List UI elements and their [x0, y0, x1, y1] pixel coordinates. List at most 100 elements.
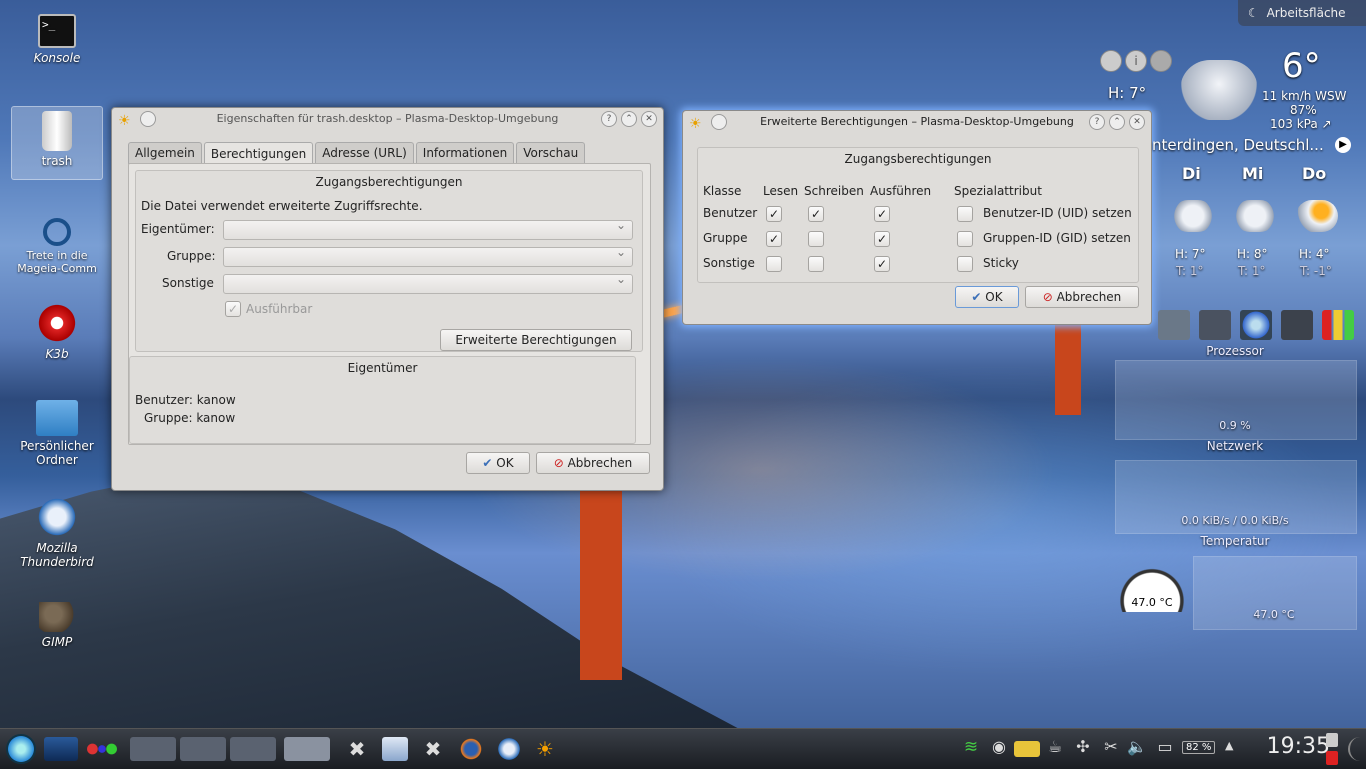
owner-group-title: Eigentümer [347, 361, 418, 375]
tab-bar: Allgemein Berechtigungen Adresse (URL) I… [128, 142, 586, 164]
tab-vorschau[interactable]: Vorschau [516, 142, 586, 164]
header-ausfuehren: Ausführen [870, 184, 932, 198]
klipper-icon[interactable]: ✂ [1098, 737, 1124, 761]
document-icon[interactable] [382, 737, 408, 761]
desktop-icon-mageia[interactable]: Trete in die Mageia-Comm [12, 206, 102, 275]
pager-desktop-4[interactable] [284, 737, 330, 761]
shutdown-icon[interactable] [1326, 751, 1338, 765]
firefox-icon[interactable] [458, 737, 484, 761]
ok-button[interactable]: ✔ OK [466, 452, 530, 474]
desktop-icon-konsole[interactable]: >_ Konsole [12, 14, 102, 65]
desktop-icon-k3b[interactable]: K3b [12, 302, 102, 361]
settings-tools-icon[interactable]: ✖ [344, 737, 370, 761]
wifi-icon[interactable]: ≋ [958, 737, 984, 761]
tab-adresse[interactable]: Adresse (URL) [315, 142, 414, 164]
help-button[interactable]: ? [601, 111, 617, 127]
executable-label: Ausführbar [246, 302, 313, 316]
app-menu-icon[interactable]: ☀ [118, 110, 131, 132]
minimize-button[interactable]: ⌃ [1109, 114, 1125, 130]
activities-icon[interactable] [86, 737, 118, 761]
tab-allgemein[interactable]: Allgemein [128, 142, 202, 164]
tab-berechtigungen[interactable]: Berechtigungen [203, 142, 314, 164]
checkbox-benutzer-schreiben[interactable]: ✓ [808, 206, 824, 222]
ok-button[interactable]: ✔ OK [955, 286, 1019, 308]
owner-combo[interactable] [223, 218, 633, 240]
desktop-toolbox-button[interactable]: ☾ Arbeitsfläche [1238, 0, 1366, 26]
thunderbird-icon[interactable] [496, 737, 522, 761]
group-combo[interactable] [223, 245, 633, 267]
clock[interactable]: 19:35 [1267, 734, 1330, 759]
checkbox-sonstige-lesen[interactable] [766, 256, 782, 272]
cancel-button[interactable]: ⊘ Abbrechen [536, 452, 650, 474]
desktop-icon-label: Konsole [33, 51, 81, 65]
system-tools-icon[interactable]: ✖ [420, 737, 446, 761]
temperature-value: 47.0 °C [1253, 608, 1295, 621]
titlebar[interactable]: ☀ Eigenschaften für trash.desktop – Plas… [112, 108, 663, 130]
desktop-icon-gimp[interactable]: GIMP [12, 594, 102, 649]
desktop-icon-trash[interactable]: trash [11, 106, 103, 180]
forecast-low-mi: T: 1° [1238, 264, 1266, 278]
checkbox-benutzer-ausfuehren[interactable]: ✓ [874, 206, 890, 222]
hill-scenery [0, 470, 760, 740]
others-combo[interactable] [223, 272, 633, 294]
close-button[interactable]: ✕ [641, 111, 657, 127]
pager-desktop-2[interactable] [180, 737, 226, 761]
pager-desktop-3[interactable] [230, 737, 276, 761]
checkbox-sticky[interactable] [957, 256, 973, 272]
pager-desktop-1[interactable] [130, 737, 176, 761]
checkbox-sonstige-ausfuehren[interactable]: ✓ [874, 256, 890, 272]
panel-toolbox-icon[interactable] [1348, 737, 1366, 761]
help-button[interactable]: ? [1089, 114, 1105, 130]
cpu-icon[interactable] [1281, 310, 1313, 340]
lock-screen-icon[interactable] [1326, 733, 1338, 747]
on-all-desktops-button[interactable] [711, 114, 727, 130]
next-location-button[interactable]: ▶ [1335, 137, 1351, 153]
network-manager-icon[interactable]: ◉ [986, 737, 1012, 761]
globe-icon[interactable] [1150, 50, 1172, 72]
forecast-low-di: T: 1° [1176, 264, 1204, 278]
network-globe-icon[interactable] [1240, 310, 1272, 340]
checkbox-benutzer-lesen[interactable]: ✓ [766, 206, 782, 222]
label-sticky: Sticky [983, 256, 1019, 270]
display-icon[interactable]: ▭ [1152, 737, 1178, 761]
executable-checkbox[interactable]: ✓ [225, 301, 241, 317]
desktop-preview-icon[interactable] [44, 737, 78, 761]
forecast-high-di: H: 7° [1175, 247, 1206, 261]
battery-indicator[interactable]: 82 % [1182, 741, 1216, 754]
terminal-icon: >_ [38, 14, 76, 48]
weather-today-high: H: 7° [1108, 84, 1147, 102]
weather-icon-sun[interactable] [1100, 50, 1122, 72]
minimize-button[interactable]: ⌃ [621, 111, 637, 127]
checkbox-gruppe-ausfuehren[interactable]: ✓ [874, 231, 890, 247]
tray-expand-arrow-icon[interactable]: ▲ [1225, 739, 1233, 752]
chip-icon[interactable] [1199, 310, 1231, 340]
titlebar[interactable]: ☀ Erweiterte Berechtigungen – Plasma-Des… [683, 111, 1151, 133]
app-menu-icon[interactable]: ☀ [689, 113, 702, 135]
on-all-desktops-button[interactable] [140, 111, 156, 127]
cancel-button[interactable]: ⊘ Abbrechen [1025, 286, 1139, 308]
extended-note: Die Datei verwendet erweiterte Zugriffsr… [141, 199, 423, 213]
close-button[interactable]: ✕ [1129, 114, 1145, 130]
start-menu-icon[interactable] [6, 734, 36, 764]
kde-app-icon[interactable]: ☀ [532, 737, 558, 761]
checkbox-gruppe-schreiben[interactable] [808, 231, 824, 247]
checkbox-uid[interactable] [957, 206, 973, 222]
desktop-icon-label: GIMP [41, 635, 73, 649]
hdd-icon[interactable] [1158, 310, 1190, 340]
bluetooth-icon[interactable]: ✣ [1070, 737, 1096, 761]
coffee-cup-icon[interactable]: ☕ [1042, 737, 1068, 761]
cloud-icon [1180, 60, 1258, 120]
signal-bars-icon[interactable] [1322, 310, 1354, 340]
trash-icon [42, 111, 72, 151]
others-label: Sonstige [162, 276, 214, 290]
volume-icon[interactable]: 🔈 [1124, 737, 1150, 761]
checkbox-gruppe-lesen[interactable]: ✓ [766, 231, 782, 247]
tab-informationen[interactable]: Informationen [415, 142, 515, 164]
desktop-icon-home[interactable]: Persönlicher Ordner [12, 400, 102, 467]
info-icon[interactable]: i [1125, 50, 1147, 72]
checkbox-sonstige-schreiben[interactable] [808, 256, 824, 272]
desktop-icon-thunderbird[interactable]: Mozilla Thunderbird [12, 496, 102, 569]
checkbox-gid[interactable] [957, 231, 973, 247]
notes-icon[interactable] [1014, 741, 1040, 757]
extended-permissions-button[interactable]: Erweiterte Berechtigungen [440, 329, 632, 351]
